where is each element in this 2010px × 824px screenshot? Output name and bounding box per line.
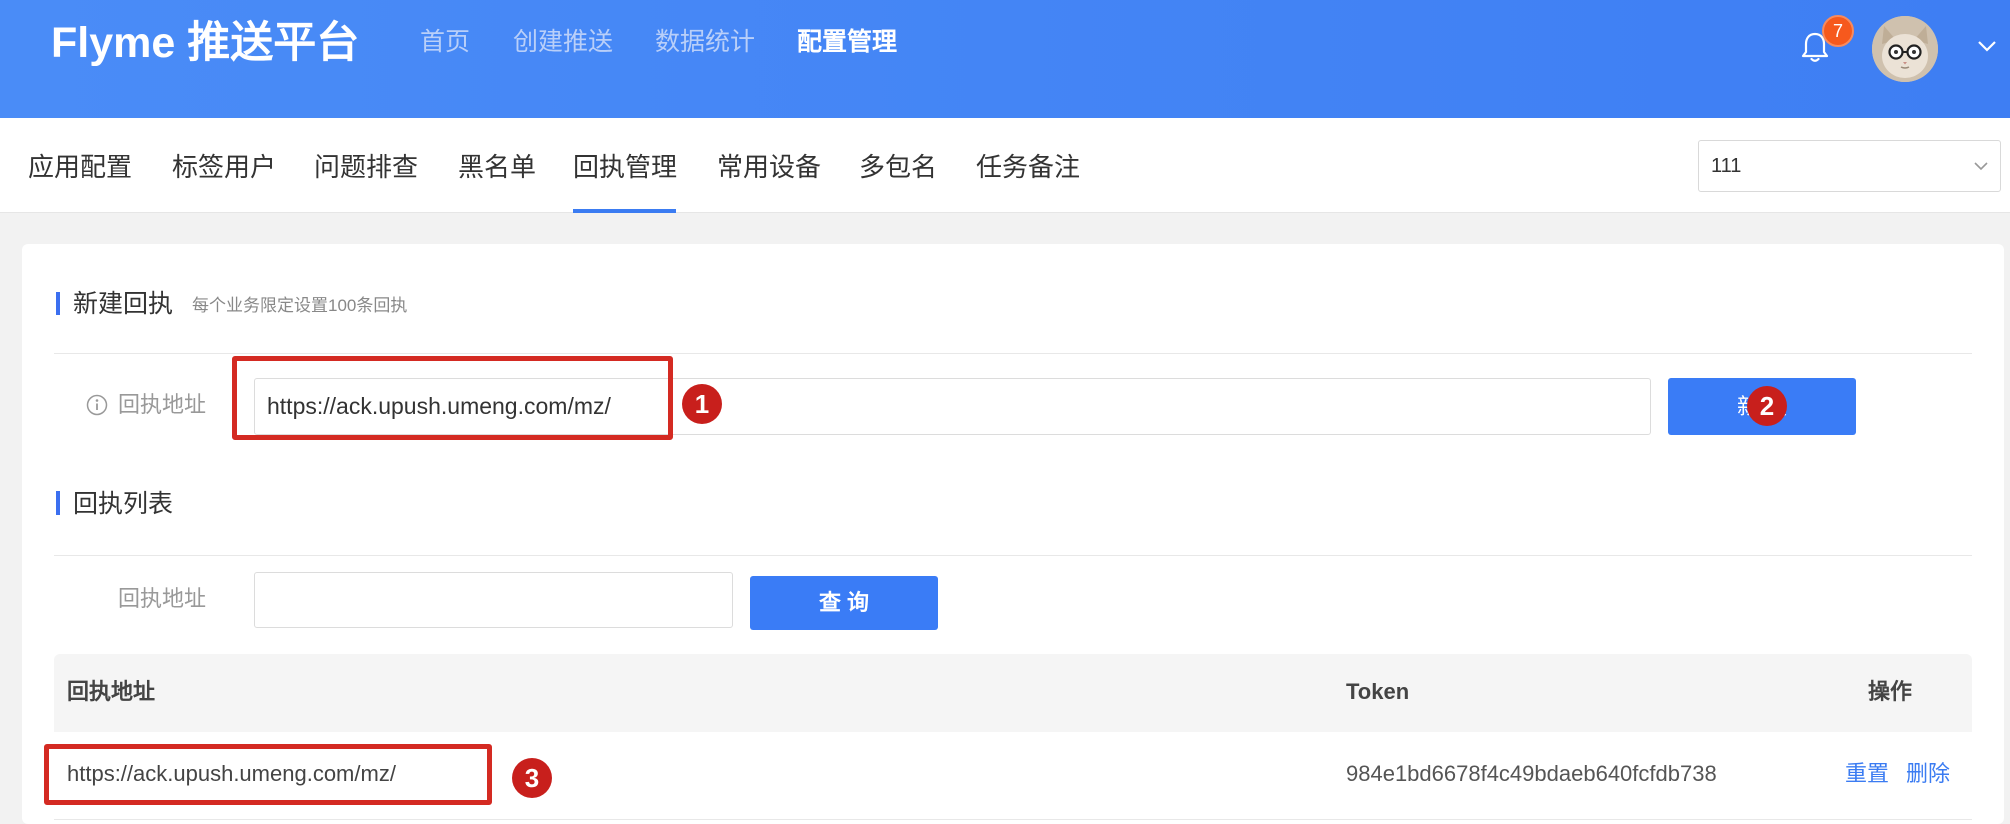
nav-statistics[interactable]: 数据统计 — [655, 21, 755, 63]
filter-address-input[interactable] — [254, 572, 733, 628]
tab-blacklist[interactable]: 黑名单 — [458, 120, 536, 215]
chevron-down-icon[interactable] — [1977, 40, 1997, 53]
cat-avatar-icon — [1872, 16, 1938, 82]
tab-common-devices[interactable]: 常用设备 — [717, 120, 821, 215]
nav-create-push[interactable]: 创建推送 — [513, 21, 613, 63]
app-select[interactable]: 111 — [1698, 140, 2001, 192]
query-button[interactable]: 查 询 — [750, 576, 938, 630]
app-logo[interactable]: Flyme 推送平台 — [51, 14, 359, 72]
row-token: 984e1bd6678f4c49bdaeb640fcfdb738 — [1346, 761, 1717, 786]
new-receipt-subtitle: 每个业务限定设置100条回执 — [192, 296, 408, 315]
annotation-box-input — [232, 356, 673, 440]
delete-link[interactable]: 删除 — [1906, 758, 1950, 790]
section-divider — [54, 353, 1972, 354]
column-header-token: Token — [1346, 679, 1410, 704]
tab-troubleshoot[interactable]: 问题排查 — [314, 120, 418, 215]
annotation-marker-2: 2 — [1747, 386, 1787, 426]
section-accent-bar — [56, 292, 60, 315]
tab-receipt-management[interactable]: 回执管理 — [573, 120, 677, 215]
annotation-marker-3: 3 — [512, 758, 552, 798]
section-accent-bar — [56, 491, 60, 515]
column-header-address: 回执地址 — [67, 679, 156, 704]
tab-app-config[interactable]: 应用配置 — [28, 120, 132, 215]
nav-home[interactable]: 首页 — [420, 21, 470, 63]
annotation-box-row — [44, 744, 492, 805]
section-divider — [54, 555, 1972, 556]
chevron-down-icon — [1974, 162, 1988, 171]
app-select-value: 111 — [1711, 155, 1742, 177]
column-header-actions: 操作 — [1868, 679, 1913, 704]
receipt-list-title: 回执列表 — [73, 490, 174, 518]
reset-link[interactable]: 重置 — [1845, 758, 1889, 790]
avatar[interactable] — [1872, 16, 1938, 82]
tab-multi-package[interactable]: 多包名 — [859, 120, 937, 215]
tab-task-notes[interactable]: 任务备注 — [976, 120, 1080, 215]
tab-tag-users[interactable]: 标签用户 — [172, 120, 276, 215]
active-tab-indicator — [573, 209, 676, 213]
receipt-address-label: 回执地址 — [118, 392, 207, 417]
notification-badge[interactable]: 7 — [1822, 15, 1854, 47]
nav-config-management[interactable]: 配置管理 — [797, 21, 897, 63]
filter-address-label: 回执地址 — [118, 586, 207, 611]
table-header — [54, 654, 1972, 732]
new-receipt-title: 新建回执 — [73, 290, 174, 318]
annotation-marker-1: 1 — [682, 384, 722, 424]
info-icon[interactable] — [86, 394, 108, 416]
